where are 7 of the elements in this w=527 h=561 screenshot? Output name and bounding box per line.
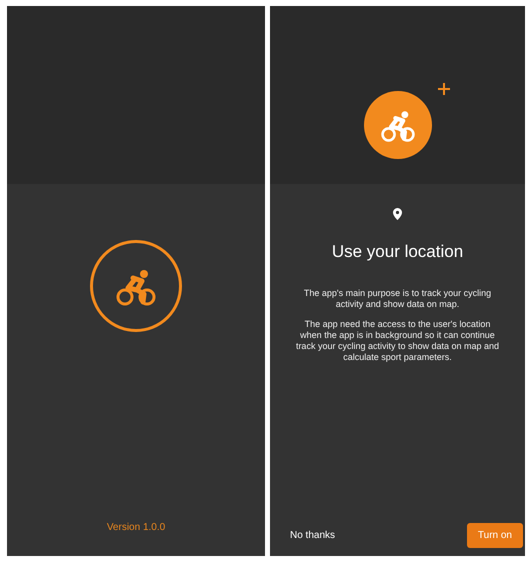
description-text: The app's main purpose is to track your cycling activity and show data on map. bbox=[302, 288, 492, 310]
location-pin-icon bbox=[393, 208, 402, 220]
version-label: Version 1.0.0 bbox=[106, 522, 166, 533]
dismiss-button[interactable]: No thanks bbox=[284, 523, 342, 548]
description-text: The app need the access to the user's location when the app is in background so it can continue track your cycling activity to show data on map and calculate sport parameters. bbox=[294, 319, 500, 363]
plus-icon bbox=[438, 83, 450, 95]
dialog-title: Use your location bbox=[330, 242, 464, 262]
